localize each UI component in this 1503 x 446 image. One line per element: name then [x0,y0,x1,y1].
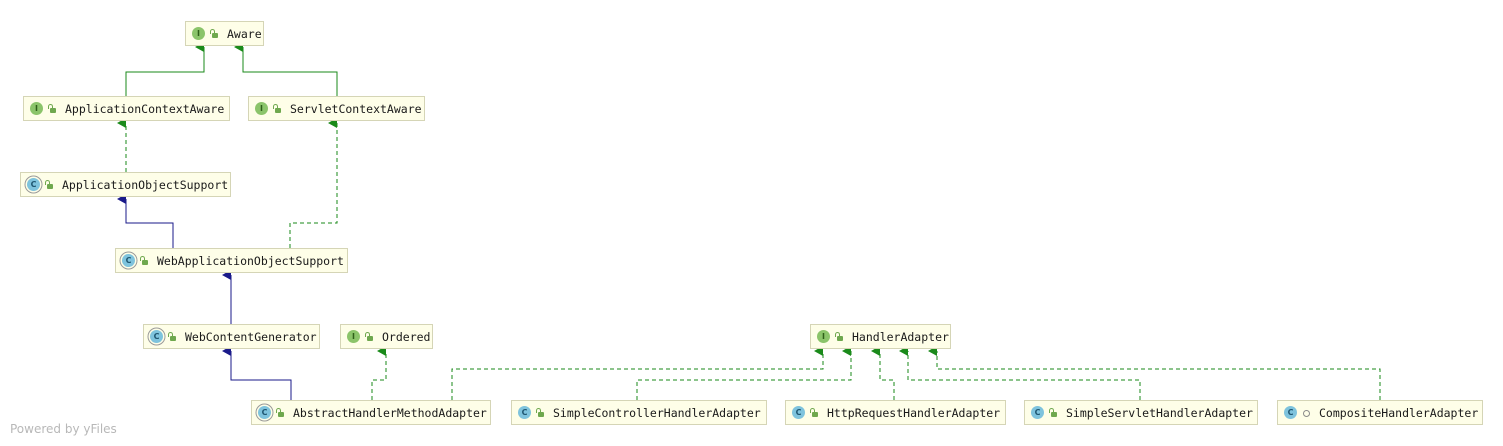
class-icon: C [1031,406,1044,419]
node-composite-handler-adapter[interactable]: C CompositeHandlerAdapter [1277,400,1483,425]
edge-webapplicationobjectsupport-to-applicationobjectsupport [117,194,174,248]
node-label: ServletContextAware [290,101,422,116]
abstract-class-icon: C [122,254,135,267]
class-icon: C [792,406,805,419]
interface-icon: I [255,102,268,115]
node-label: WebContentGenerator [185,329,317,344]
interface-icon: I [817,330,830,343]
edge-abstracthandlermethodadapter-to-ordered [371,346,387,400]
interface-icon: I [30,102,43,115]
node-label: SimpleControllerHandlerAdapter [553,405,761,420]
node-web-content-generator[interactable]: C WebContentGenerator [143,324,320,349]
node-application-object-support[interactable]: C ApplicationObjectSupport [20,172,231,197]
public-access-icon [365,332,374,341]
edge-httprequesthandleradapter-to-handleradapter [871,346,895,400]
node-application-context-aware[interactable]: I ApplicationContextAware [23,96,230,121]
node-label: WebApplicationObjectSupport [157,253,344,268]
node-simple-controller-handler-adapter[interactable]: C SimpleControllerHandlerAdapter [511,400,767,425]
class-icon: C [1284,406,1297,419]
node-simple-servlet-handler-adapter[interactable]: C SimpleServletHandlerAdapter [1024,400,1258,425]
public-access-icon [1049,408,1058,417]
public-access-icon [273,104,282,113]
public-access-icon [140,256,149,265]
edge-applicationcontextaware-to-aware [125,42,205,96]
node-ordered[interactable]: I Ordered [340,324,433,349]
abstract-class-icon: C [27,178,40,191]
node-label: Ordered [382,329,431,344]
node-label: SimpleServletHandlerAdapter [1066,405,1253,420]
node-handler-adapter[interactable]: I HandlerAdapter [810,324,951,349]
public-access-icon [210,29,219,38]
node-http-request-handler-adapter[interactable]: C HttpRequestHandlerAdapter [785,400,1006,425]
class-icon: C [518,406,531,419]
edge-abstracthandlermethodadapter-to-webcontentgenerator [222,346,292,400]
public-access-icon [168,332,177,341]
node-servlet-context-aware[interactable]: I ServletContextAware [248,96,425,121]
node-aware[interactable]: I Aware [185,21,264,46]
node-label: Aware [227,26,262,41]
public-access-icon [835,332,844,341]
node-web-application-object-support[interactable]: C WebApplicationObjectSupport [115,248,348,273]
public-access-icon [276,408,285,417]
node-label: AbstractHandlerMethodAdapter [293,405,487,420]
node-label: ApplicationContextAware [65,101,225,116]
node-label: ApplicationObjectSupport [62,177,229,192]
edge-webapplicationobjectsupport-to-servletcontextaware [289,118,338,248]
node-abstract-handler-method-adapter[interactable]: C AbstractHandlerMethodAdapter [251,400,491,425]
edge-servletcontextaware-to-aware [234,42,338,96]
edge-simplecontrollerhandleradapter-to-handleradapter [636,346,852,400]
node-label: HandlerAdapter [852,329,949,344]
interface-icon: I [347,330,360,343]
public-access-icon [45,180,54,189]
node-label: HttpRequestHandlerAdapter [827,405,1001,420]
relationship-edges [117,42,1381,400]
abstract-class-icon: C [150,330,163,343]
package-private-access-icon [1302,408,1311,417]
node-label: CompositeHandlerAdapter [1319,405,1479,420]
public-access-icon [536,408,545,417]
interface-icon: I [192,27,205,40]
watermark: Powered by yFiles [10,422,117,436]
public-access-icon [810,408,819,417]
edge-compositehandleradapter-to-handleradapter [928,346,1381,400]
public-access-icon [48,104,57,113]
edge-simpleservlethandleradapter-to-handleradapter [899,346,1141,400]
abstract-class-icon: C [258,406,271,419]
